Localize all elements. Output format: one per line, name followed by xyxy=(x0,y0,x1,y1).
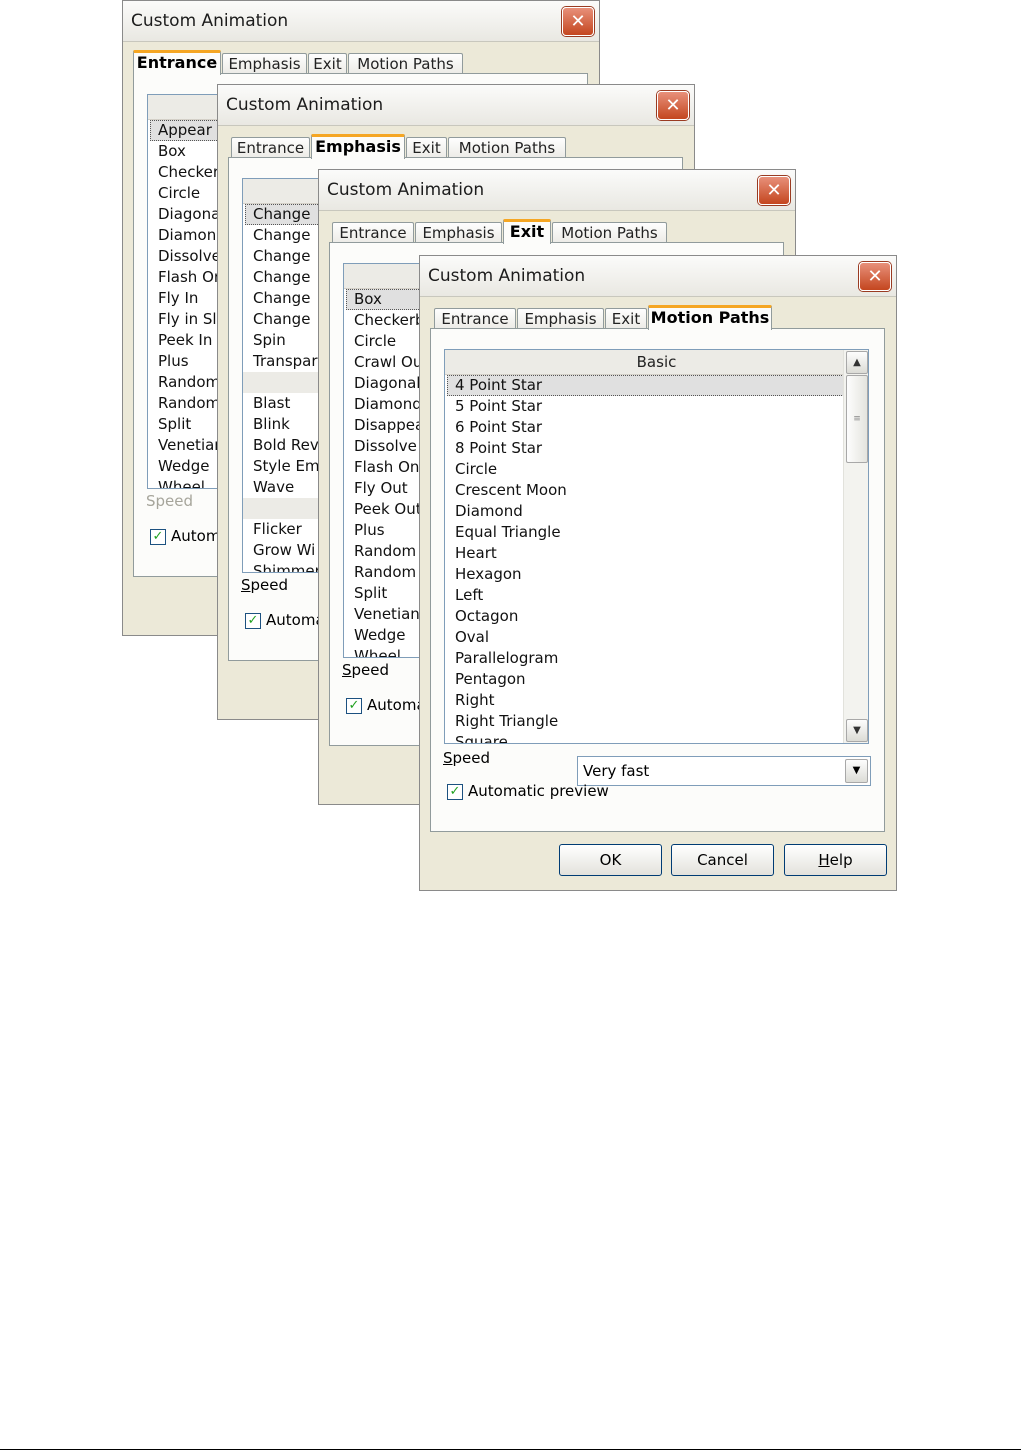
list-header: Basic xyxy=(445,350,868,375)
speed-select[interactable]: Very fast ▼ xyxy=(577,756,871,786)
dialog-title: Custom Animation xyxy=(226,95,384,115)
automatic-preview-checkbox[interactable]: ✓ xyxy=(150,529,166,545)
close-icon: ✕ xyxy=(570,11,586,32)
list-item[interactable]: Oval xyxy=(445,627,868,648)
help-button[interactable]: Help xyxy=(784,844,887,876)
close-button[interactable]: ✕ xyxy=(562,7,594,36)
tab-motion-paths[interactable]: Motion Paths xyxy=(648,305,772,330)
tab-exit[interactable]: Exit xyxy=(308,53,347,74)
list-item[interactable]: Pentagon xyxy=(445,669,868,690)
automatic-preview-label: Automa xyxy=(266,611,325,629)
tab-entrance[interactable]: Entrance xyxy=(434,308,516,329)
grip-icon: ≡ xyxy=(853,414,861,424)
dialog-title: Custom Animation xyxy=(131,11,289,31)
list-scrollbar[interactable]: ▲ ≡ ▼ xyxy=(843,350,868,743)
automatic-preview-checkbox[interactable]: ✓ xyxy=(245,613,261,629)
tab-panel: Basic 4 Point Star 5 Point Star 6 Point St… xyxy=(430,328,885,832)
tab-motion-paths[interactable]: Motion Paths xyxy=(448,137,566,158)
speed-label-rest: peed xyxy=(452,749,491,767)
list-item[interactable]: Left xyxy=(445,585,868,606)
list-item[interactable]: Crescent Moon xyxy=(445,480,868,501)
effects-list[interactable]: Basic 4 Point Star 5 Point Star 6 Point St… xyxy=(444,349,869,744)
speed-label-rest: peed xyxy=(250,576,289,594)
chevron-up-icon: ▲ xyxy=(853,357,861,368)
speed-label: Speed xyxy=(342,661,389,679)
speed-label-accel: S xyxy=(342,661,352,679)
tab-emphasis[interactable]: Emphasis xyxy=(311,134,405,159)
close-icon: ✕ xyxy=(766,180,782,201)
speed-label-rest: peed xyxy=(351,661,390,679)
close-button[interactable]: ✕ xyxy=(758,176,790,205)
list-item[interactable]: Parallelogram xyxy=(445,648,868,669)
tab-entrance[interactable]: Entrance xyxy=(332,222,414,243)
list-item[interactable]: Diamond xyxy=(445,501,868,522)
tab-emphasis[interactable]: Emphasis xyxy=(517,308,604,329)
tab-entrance[interactable]: Entrance xyxy=(133,50,221,75)
tab-motion-paths[interactable]: Motion Paths xyxy=(348,53,463,74)
dialog-title: Custom Animation xyxy=(428,266,586,286)
list-item[interactable]: Right Triangle xyxy=(445,711,868,732)
list-item[interactable]: 8 Point Star xyxy=(445,438,868,459)
list-item[interactable]: 6 Point Star xyxy=(445,417,868,438)
automatic-preview-label: Autom xyxy=(171,527,221,545)
close-button[interactable]: ✕ xyxy=(859,262,891,291)
tab-emphasis[interactable]: Emphasis xyxy=(222,53,307,74)
help-button-accel: H xyxy=(818,851,830,869)
help-button-rest: elp xyxy=(829,851,853,869)
list-item[interactable]: Heart xyxy=(445,543,868,564)
close-icon: ✕ xyxy=(665,95,681,116)
list-item[interactable]: Square xyxy=(445,732,868,743)
close-button[interactable]: ✕ xyxy=(657,91,689,120)
speed-label: Speed xyxy=(241,576,288,594)
ok-button[interactable]: OK xyxy=(559,844,662,876)
scroll-down-button[interactable]: ▼ xyxy=(846,719,868,742)
speed-label-accel: S xyxy=(241,576,251,594)
automatic-preview-label: Automatic preview xyxy=(468,782,609,800)
tab-emphasis[interactable]: Emphasis xyxy=(415,222,502,243)
list-item[interactable]: 5 Point Star xyxy=(445,396,868,417)
title-bar[interactable]: Custom Animation ✕ xyxy=(123,1,599,42)
title-bar[interactable]: Custom Animation ✕ xyxy=(319,170,795,211)
scroll-up-button[interactable]: ▲ xyxy=(846,351,868,374)
list-item[interactable]: Equal Triangle xyxy=(445,522,868,543)
list-item[interactable]: Circle xyxy=(445,459,868,480)
automatic-preview-checkbox[interactable]: ✓ xyxy=(346,698,362,714)
speed-label: Speed xyxy=(443,749,490,767)
dialog-motion-paths: Custom Animation ✕ Entrance Emphasis Exi… xyxy=(419,255,897,891)
cancel-button[interactable]: Cancel xyxy=(671,844,774,876)
chevron-down-icon: ▼ xyxy=(853,725,861,736)
dialog-title: Custom Animation xyxy=(327,180,485,200)
title-bar[interactable]: Custom Animation ✕ xyxy=(420,256,896,297)
list-item[interactable]: 4 Point Star xyxy=(447,375,866,396)
automatic-preview-checkbox[interactable]: ✓ xyxy=(447,784,463,800)
speed-label-accel: S xyxy=(443,749,453,767)
list-item[interactable]: Octagon xyxy=(445,606,868,627)
list-item[interactable]: Hexagon xyxy=(445,564,868,585)
close-icon: ✕ xyxy=(867,266,883,287)
page-bottom-rule xyxy=(0,1449,1021,1450)
scroll-thumb[interactable]: ≡ xyxy=(846,375,868,463)
automatic-preview-label: Automa xyxy=(367,696,426,714)
tab-exit[interactable]: Exit xyxy=(406,137,447,158)
speed-dropdown-button[interactable]: ▼ xyxy=(845,759,868,783)
list-item[interactable]: Right xyxy=(445,690,868,711)
chevron-down-icon: ▼ xyxy=(852,765,861,776)
tab-exit[interactable]: Exit xyxy=(503,219,551,244)
tab-motion-paths[interactable]: Motion Paths xyxy=(552,222,667,243)
speed-label: Speed xyxy=(146,492,194,510)
tab-entrance[interactable]: Entrance xyxy=(231,137,310,158)
speed-select-value: Very fast xyxy=(583,762,650,780)
tab-exit[interactable]: Exit xyxy=(605,308,647,329)
title-bar[interactable]: Custom Animation ✕ xyxy=(218,85,694,126)
